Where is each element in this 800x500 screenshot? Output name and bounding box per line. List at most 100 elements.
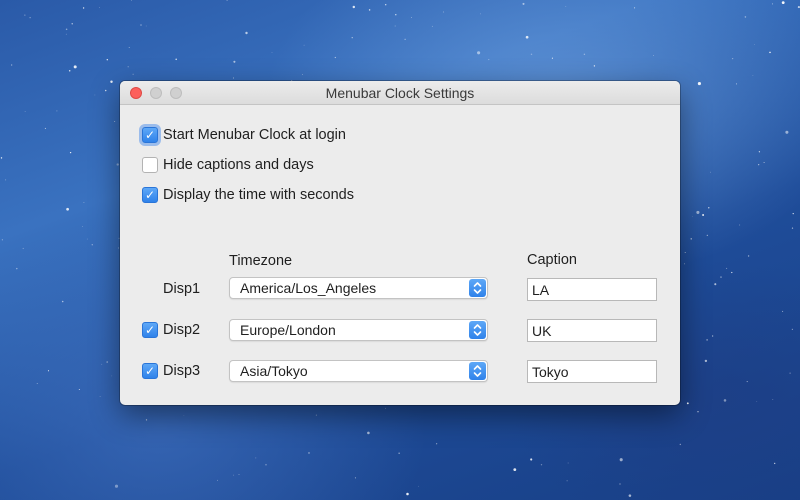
star: [565, 6, 567, 8]
star: [696, 210, 700, 214]
star: [530, 53, 533, 56]
star: [69, 151, 72, 154]
star: [684, 263, 685, 265]
star: [217, 479, 218, 481]
disp3-timezone-select[interactable]: Asia/Tokyo: [229, 360, 488, 382]
star: [443, 11, 445, 13]
star: [1, 239, 3, 241]
star: [628, 494, 632, 497]
star: [772, 398, 774, 400]
star: [710, 171, 712, 173]
star: [302, 73, 304, 75]
disp3-toggle[interactable]: ✓ Disp3: [142, 361, 200, 381]
disp1-label: Disp1: [163, 281, 201, 297]
star: [692, 216, 693, 217]
start-at-login-label[interactable]: Start Menubar Clock at login: [163, 127, 346, 143]
disp3-caption-input[interactable]: [527, 360, 657, 383]
disp1-timezone-select[interactable]: America/Los_Angeles: [229, 277, 488, 299]
star: [566, 480, 568, 482]
disp3-label[interactable]: Disp3: [163, 363, 200, 379]
chevron-up-down-icon: [469, 321, 486, 339]
star: [83, 202, 85, 203]
star: [752, 75, 754, 76]
star: [16, 267, 18, 270]
star: [106, 361, 108, 363]
disp1-timezone-value: America/Los_Angeles: [240, 280, 377, 296]
start-at-login-checkbox[interactable]: ✓: [142, 127, 158, 143]
star: [708, 207, 710, 209]
hide-captions-checkbox[interactable]: [142, 157, 158, 173]
disp2-toggle[interactable]: ✓ Disp2: [142, 320, 200, 340]
chevron-up-down-icon: [469, 279, 486, 297]
star: [114, 484, 119, 488]
star: [702, 214, 705, 216]
star: [530, 458, 533, 461]
star: [754, 44, 755, 46]
star: [791, 328, 794, 331]
star: [747, 255, 750, 257]
disp2-caption-input[interactable]: [527, 319, 657, 342]
star: [540, 464, 543, 466]
star: [406, 492, 409, 496]
star: [271, 52, 273, 53]
star: [233, 474, 235, 476]
disp1-caption-input[interactable]: [527, 278, 657, 301]
star: [720, 276, 722, 278]
star: [711, 335, 714, 337]
star: [418, 485, 419, 487]
star: [82, 7, 85, 9]
star: [436, 443, 438, 445]
star: [731, 271, 733, 274]
star: [145, 419, 148, 421]
star: [183, 414, 185, 416]
star: [781, 1, 785, 5]
option-start-at-login[interactable]: ✓ Start Menubar Clock at login: [142, 125, 346, 145]
star: [226, 0, 228, 1]
star: [385, 407, 386, 409]
option-hide-captions[interactable]: Hide captions and days: [142, 155, 314, 175]
star: [785, 130, 789, 134]
star: [706, 234, 708, 236]
star: [303, 44, 305, 46]
checkmark-icon: ✓: [144, 128, 156, 142]
star: [368, 9, 371, 11]
star: [367, 431, 370, 435]
star: [245, 31, 248, 35]
star: [233, 60, 236, 63]
star: [65, 28, 68, 31]
star: [758, 151, 761, 153]
star: [431, 25, 433, 27]
star: [22, 247, 24, 250]
star: [104, 89, 107, 92]
star: [731, 57, 734, 60]
settings-window: Menubar Clock Settings ✓ Start Menubar C…: [120, 81, 680, 405]
star: [686, 402, 689, 405]
star: [774, 462, 776, 465]
star: [769, 51, 771, 54]
disp2-checkbox[interactable]: ✓: [142, 322, 158, 338]
checkmark-icon: ✓: [144, 323, 156, 337]
star: [47, 370, 50, 372]
star: [791, 227, 794, 229]
display-seconds-label[interactable]: Display the time with seconds: [163, 187, 354, 203]
star: [238, 474, 240, 475]
disp2-label[interactable]: Disp2: [163, 322, 200, 338]
display-seconds-checkbox[interactable]: ✓: [142, 187, 158, 203]
star: [131, 0, 133, 1]
title-bar[interactable]: Menubar Clock Settings: [120, 81, 680, 105]
star: [91, 244, 93, 246]
star: [101, 363, 103, 365]
chevron-up-down-icon: [469, 362, 486, 380]
star: [29, 17, 31, 19]
star: [792, 213, 794, 215]
disp2-timezone-select[interactable]: Europe/London: [229, 319, 488, 341]
disp3-checkbox[interactable]: ✓: [142, 363, 158, 379]
option-display-seconds[interactable]: ✓ Display the time with seconds: [142, 185, 354, 205]
star: [652, 55, 654, 56]
hide-captions-label[interactable]: Hide captions and days: [163, 157, 314, 173]
star: [679, 443, 681, 446]
star: [99, 396, 101, 398]
star: [723, 399, 727, 402]
star: [118, 247, 119, 249]
star: [782, 310, 784, 312]
